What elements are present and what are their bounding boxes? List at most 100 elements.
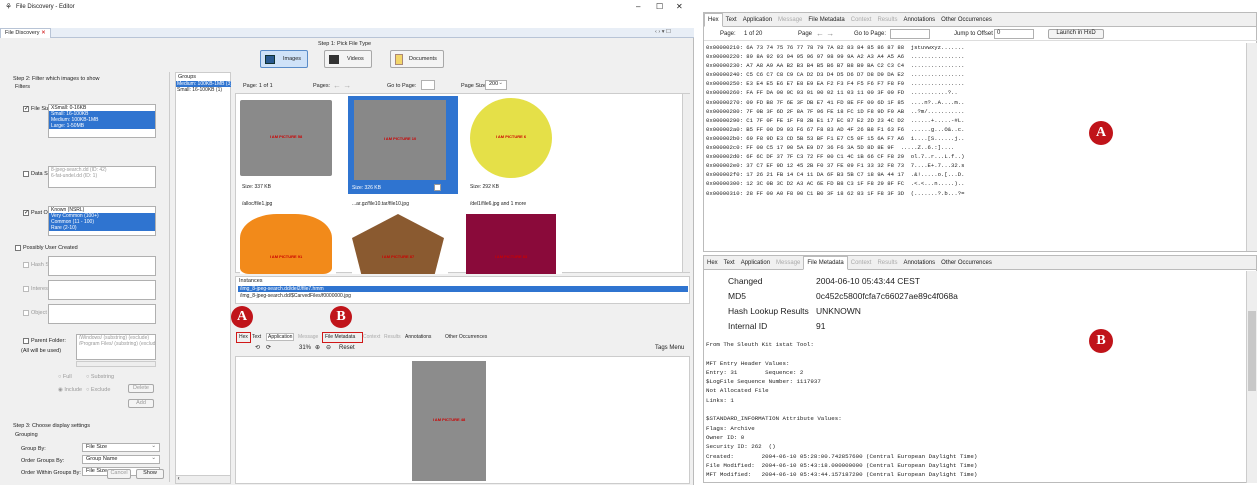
tab-annotations[interactable]: Annotations: [900, 14, 938, 26]
metadata-scrollbar[interactable]: [1246, 271, 1257, 483]
tab-file-discovery[interactable]: File Discovery ✕: [0, 28, 51, 38]
interesting-item-list[interactable]: [48, 280, 156, 300]
thumbnail-83[interactable]: I AM PICTURE 83: [466, 214, 562, 274]
tab-message[interactable]: Message: [775, 14, 805, 26]
zoom-out-icon[interactable]: ⊖: [326, 344, 331, 351]
groups-hscroll[interactable]: ‹: [176, 475, 230, 483]
hex-line: 0x00000240: C5 C6 C7 C8 C9 CA D2 D3 D4 D…: [706, 71, 965, 79]
tab-application[interactable]: Application: [738, 257, 773, 269]
thumbnail-10[interactable]: I AM PICTURE 10 Size: 326 KB: [348, 96, 458, 194]
close-button[interactable]: ✕: [676, 2, 683, 11]
delete-button[interactable]: Delete: [128, 384, 154, 393]
cancel-button[interactable]: Cancel: [107, 469, 131, 479]
scroll-thumb[interactable]: [1248, 311, 1256, 391]
launch-hxd-button[interactable]: Launch in HxD: [1048, 29, 1104, 39]
object-detected-list[interactable]: [48, 304, 156, 324]
add-button[interactable]: Add: [128, 399, 154, 408]
list-item[interactable]: 6-fat-undel.dd (ID: 1): [49, 173, 155, 179]
minimize-button[interactable]: –: [636, 2, 640, 11]
list-item[interactable]: Rare (2-10): [49, 225, 155, 231]
thumbnail-87[interactable]: I AM PICTURE 87: [352, 214, 448, 274]
page-count: Page: 1 of 1: [243, 83, 273, 89]
hex-page-value: 1 of 20: [744, 31, 763, 37]
prev-next-icons[interactable]: ← →: [816, 29, 834, 38]
file-size-checkbox[interactable]: ✓: [23, 106, 29, 112]
tab-context[interactable]: Context: [848, 257, 875, 269]
interesting-item-checkbox[interactable]: [23, 286, 29, 292]
possibly-user-checkbox[interactable]: [15, 245, 21, 251]
include-radio[interactable]: ◉ Include: [58, 387, 82, 393]
rotate-right-icon[interactable]: ⟳: [266, 344, 271, 351]
tab-results[interactable]: Results: [874, 257, 900, 269]
documents-button[interactable]: Documents: [390, 50, 444, 68]
instance-row-1[interactable]: /img_8-jpeg-search.dd/del2/file7.hmm: [238, 286, 688, 292]
instance-row-2[interactable]: /img_8-jpeg-search.dd/$CarvedFiles/f0000…: [238, 293, 688, 299]
tab-context[interactable]: Context: [848, 14, 875, 26]
grid-scrollbar[interactable]: [682, 94, 690, 272]
object-detected-checkbox[interactable]: [23, 310, 29, 316]
parent-folder-list[interactable]: /Windows/ (substring) (exclude) /Program…: [76, 334, 156, 360]
tab-context[interactable]: Context: [363, 334, 380, 340]
picture-text: I AM PICTURE 10: [383, 136, 417, 141]
thumbnail-6[interactable]: I AM PICTURE 6 Size: 292 KB /del1/file6.…: [466, 98, 570, 207]
past-occurrences-list[interactable]: Known (NSRL) Very Common (100+) Common (…: [48, 206, 156, 236]
hash-set-list[interactable]: [48, 256, 156, 276]
tab-file-metadata[interactable]: File Metadata: [803, 256, 848, 270]
full-radio[interactable]: ○ Full: [58, 374, 72, 380]
rotate-left-icon[interactable]: ⟲: [255, 344, 260, 351]
goto-page-input[interactable]: [421, 80, 435, 90]
tab-hex[interactable]: Hex: [704, 257, 721, 269]
prev-next-icons[interactable]: ← →: [333, 81, 351, 90]
group-by-select[interactable]: File Size: [82, 443, 160, 452]
tab-file-metadata[interactable]: File Metadata: [805, 14, 847, 26]
thumbnail-image: I AM PICTURE 87: [352, 214, 444, 274]
exclude-label: Exclude: [90, 387, 111, 393]
tab-hex[interactable]: Hex: [704, 13, 723, 27]
tab-text[interactable]: Text: [252, 334, 261, 340]
images-button[interactable]: Images: [260, 50, 308, 68]
tab-results[interactable]: Results: [874, 14, 900, 26]
tab-other-occurrences[interactable]: Other Occurrences: [938, 257, 995, 269]
tab-other-occurrences[interactable]: Other Occurrences: [445, 334, 487, 340]
tab-application[interactable]: Application: [740, 14, 775, 26]
tab-annotations[interactable]: Annotations: [405, 334, 431, 340]
exclude-radio[interactable]: ○ Exclude: [86, 387, 110, 393]
tab-message[interactable]: Message: [773, 257, 803, 269]
thumbnail-91[interactable]: I AM PICTURE 91: [240, 214, 336, 274]
parent-folder-hscroll[interactable]: [76, 361, 156, 367]
tab-nav-controls[interactable]: ‹ › ▾ ☐: [655, 29, 671, 35]
group-item-small[interactable]: Small: 16-100KB (1): [176, 87, 231, 93]
tab-other-occurrences[interactable]: Other Occurrences: [938, 14, 995, 26]
list-item[interactable]: Large: 1-50MB: [49, 123, 155, 129]
tab-annotations[interactable]: Annotations: [900, 257, 938, 269]
hex-scrollbar[interactable]: [1246, 43, 1257, 251]
close-tab-icon[interactable]: ✕: [41, 30, 46, 36]
data-source-list[interactable]: 8-jpeg-search.dd (ID: 42) 6-fat-undel.dd…: [48, 166, 156, 188]
thumbnail-58[interactable]: I AM PICTURE 58 Size: 337 KB /alloc/file…: [238, 98, 342, 207]
list-item[interactable]: /Program Files/ (substring) (exclude): [77, 341, 155, 347]
maximize-button[interactable]: ☐: [656, 2, 663, 11]
tab-message[interactable]: Message: [298, 334, 318, 340]
tab-results[interactable]: Results: [384, 334, 401, 340]
reset-button[interactable]: Reset: [339, 345, 355, 351]
file-size-list[interactable]: XSmall: 0-16KB Small: 16-100KB Medium: 1…: [48, 104, 156, 138]
videos-button[interactable]: Videos: [324, 50, 372, 68]
data-source-checkbox[interactable]: [23, 171, 29, 177]
hash-set-checkbox[interactable]: [23, 262, 29, 268]
step1-label: Step 1: Pick File Type: [318, 41, 372, 47]
tags-menu-button[interactable]: Tags Menu: [655, 345, 684, 351]
page-size-select[interactable]: 200: [485, 80, 507, 90]
parent-folder-checkbox[interactable]: [23, 338, 29, 344]
editor-tab-row: File Discovery ✕ ‹ › ▾ ☐: [0, 28, 694, 38]
tab-text[interactable]: Text: [721, 257, 738, 269]
hex-line: 0x00000230: A7 A8 A9 AA B2 B3 B4 B5 B6 B…: [706, 62, 965, 70]
zoom-in-icon[interactable]: ⊕: [315, 344, 320, 351]
show-button[interactable]: Show: [136, 469, 164, 479]
substring-radio[interactable]: ○ Substring: [86, 374, 114, 380]
tab-application[interactable]: Application: [266, 333, 295, 341]
order-groups-select[interactable]: Group Name: [82, 455, 160, 464]
tab-text[interactable]: Text: [723, 14, 740, 26]
past-occurrences-checkbox[interactable]: ✓: [23, 210, 29, 216]
jump-offset-input[interactable]: 0: [994, 29, 1034, 39]
hex-goto-input[interactable]: [890, 29, 930, 39]
